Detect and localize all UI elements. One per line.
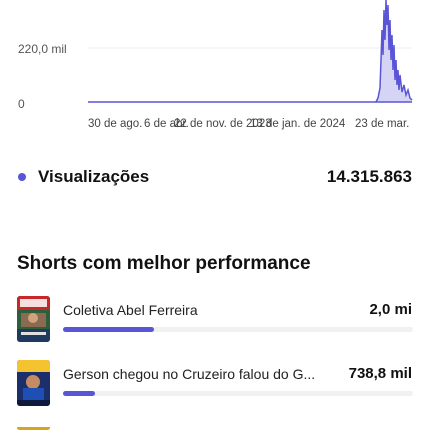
views-summary-row[interactable]: Visualizações 14.315.863	[0, 165, 430, 189]
short-item[interactable]: Coletiva Abel Ferreira 2,0 mi	[0, 296, 430, 344]
short-title: Coletiva Abel Ferreira	[63, 302, 198, 318]
short-progress-track	[63, 327, 413, 332]
section-title: Shorts com melhor performance	[17, 253, 311, 274]
short-title: Gerson chegou no Cruzeiro falou do G...	[63, 366, 316, 382]
short-views: 738,8 mil	[348, 365, 412, 382]
series-area	[375, 0, 413, 103]
x-tick-label: 13 de jan. de 2024	[250, 118, 346, 130]
short-thumbnail	[17, 296, 50, 342]
series-dot-icon	[18, 173, 26, 181]
metric-label: Visualizações	[38, 167, 150, 186]
short-item[interactable]: Gerson chegou no Cruzeiro falou do G... …	[0, 360, 430, 408]
short-progress-track	[63, 391, 413, 396]
metric-value: 14.315.863	[326, 167, 412, 186]
short-views: 2,0 mi	[369, 301, 412, 318]
views-chart: 220,0 mil 0 30 de ago. 6 de abr. 22 de n…	[0, 0, 430, 140]
short-progress-fill	[63, 391, 95, 396]
x-tick-label: 23 de mar.	[355, 118, 410, 130]
x-tick-label: 30 de ago.	[88, 118, 143, 130]
short-progress-fill	[63, 327, 154, 332]
short-thumbnail	[17, 360, 50, 406]
short-thumbnail-partial	[17, 422, 50, 430]
